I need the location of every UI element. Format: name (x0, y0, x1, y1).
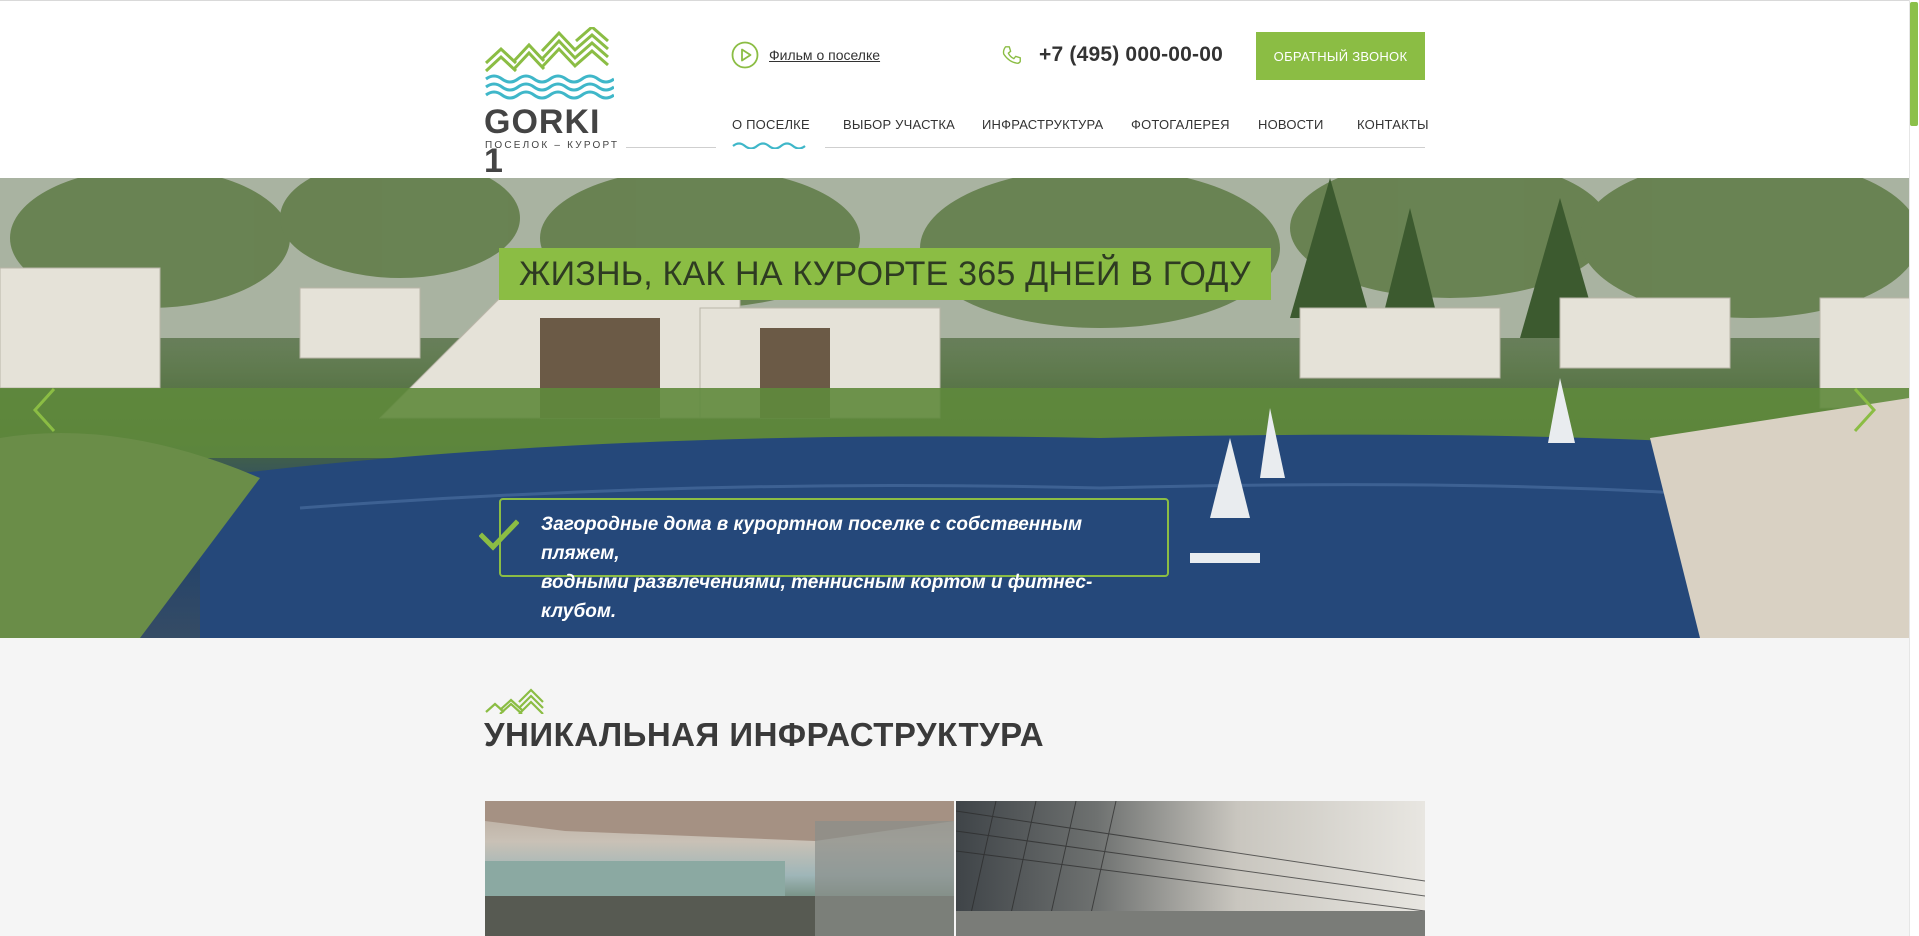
hero-description-line: водными развлечениями, теннисным кортом … (541, 572, 1093, 622)
section-mountains-icon (485, 688, 544, 714)
section-title: УНИКАЛЬНАЯ ИНФРАСТРУКТУРА (484, 716, 1045, 753)
nav-item-gallery[interactable]: ФОТОГАЛЕРЕЯ (1131, 117, 1230, 132)
hero-description-line: Загородные дома в курортном поселке с со… (541, 514, 1083, 564)
callback-button[interactable]: ОБРАТНЫЙ ЗВОНОК (1256, 32, 1425, 80)
play-icon (731, 41, 759, 69)
phone-number[interactable]: +7 (495) 000-00-00 (1039, 43, 1223, 67)
logo-mountains-icon (484, 25, 615, 100)
slider-prev-arrow-icon[interactable] (30, 386, 58, 434)
nav-item-infrastructure[interactable]: ИНФРАСТРУКТУРА (982, 117, 1103, 132)
phone-block: +7 (495) 000-00-00 (1001, 43, 1223, 67)
scrollbar[interactable] (1909, 0, 1919, 936)
logo-subtitle: ПОСЕЛОК – КУРОРТ (485, 140, 620, 151)
restaurant-image (485, 801, 954, 936)
infrastructure-card-restaurant[interactable] (485, 801, 954, 936)
scrollbar-thumb[interactable] (1910, 2, 1918, 126)
main-nav: О ПОСЕЛКЕ ВЫБОР УЧАСТКА ИНФРАСТРУКТУРА Ф… (732, 117, 1429, 149)
film-link[interactable]: Фильм о поселке (731, 41, 880, 69)
slider-next-arrow-icon[interactable] (1851, 386, 1879, 434)
phone-icon (1002, 46, 1021, 64)
hero-description: Загородные дома в курортном поселке с со… (479, 498, 1169, 622)
nav-item-contacts[interactable]: КОНТАКТЫ (1357, 117, 1429, 132)
nav-active-wave-icon (732, 142, 806, 149)
film-link-label[interactable]: Фильм о поселке (769, 47, 880, 63)
nav-divider (626, 147, 716, 148)
hero-slider: ЖИЗНЬ, КАК НА КУРОРТЕ 365 ДНЕЙ В ГОДУ За… (0, 178, 1909, 638)
tennis-image (956, 801, 1425, 936)
site-header: GORKI 1 ПОСЕЛОК – КУРОРТ Фильм о поселке… (0, 0, 1909, 180)
hero-title: ЖИЗНЬ, КАК НА КУРОРТЕ 365 ДНЕЙ В ГОДУ (499, 248, 1271, 300)
nav-item-about[interactable]: О ПОСЕЛКЕ (732, 117, 810, 132)
nav-item-plots[interactable]: ВЫБОР УЧАСТКА (843, 117, 955, 132)
checkmark-icon (479, 519, 519, 551)
nav-divider (825, 147, 1425, 148)
nav-item-news[interactable]: НОВОСТИ (1258, 117, 1324, 132)
infrastructure-card-tennis[interactable] (956, 801, 1425, 936)
logo[interactable]: GORKI 1 ПОСЕЛОК – КУРОРТ (484, 25, 617, 180)
